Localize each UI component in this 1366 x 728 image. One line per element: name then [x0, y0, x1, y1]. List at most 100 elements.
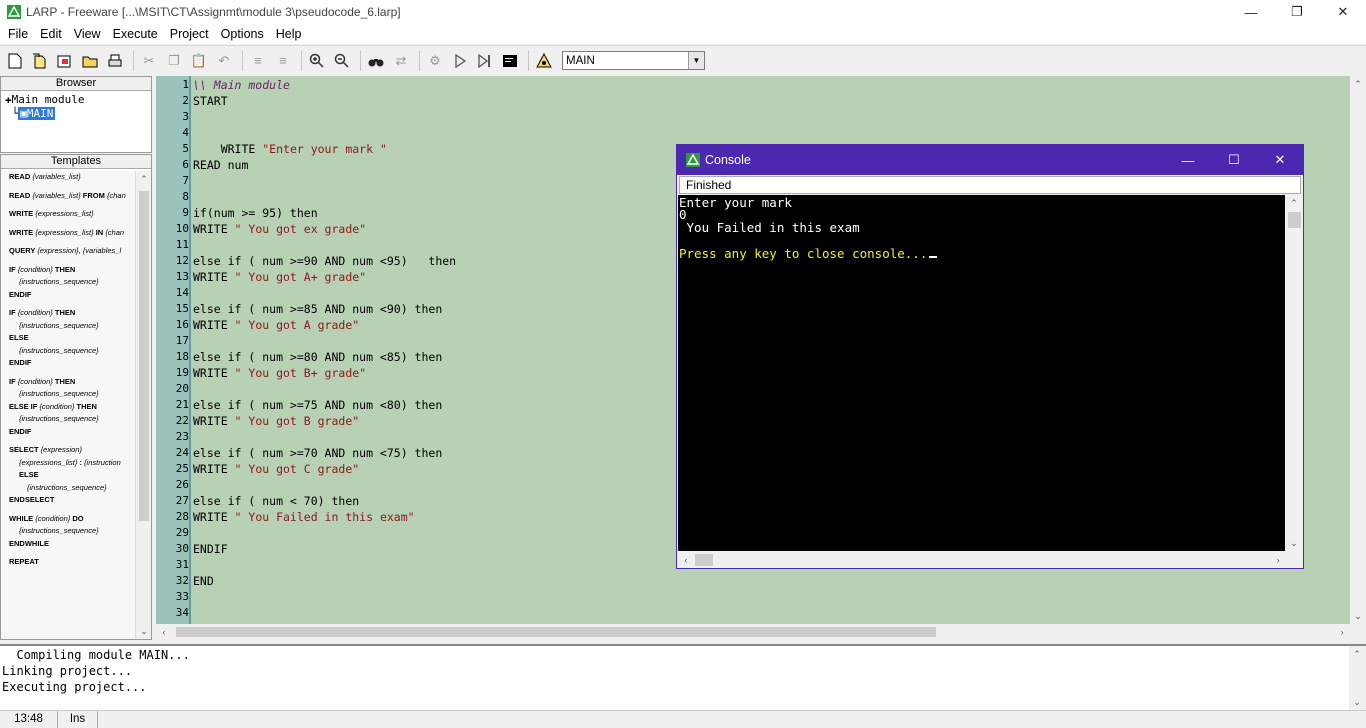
paste-icon[interactable]: 📋 — [188, 50, 210, 72]
template-item[interactable]: IF {condition} THEN {instructions_sequenc… — [9, 264, 135, 302]
menu-file[interactable]: File — [2, 27, 34, 41]
menu-help[interactable]: Help — [270, 27, 308, 41]
code-line[interactable]: else if ( num >=85 AND num <90) then — [193, 302, 442, 316]
template-line: {instructions_sequence} — [9, 413, 135, 426]
insert-mode: Ins — [58, 711, 98, 728]
console-maximize-button[interactable]: ☐ — [1211, 145, 1257, 175]
new-file-icon[interactable] — [4, 50, 26, 72]
cut-icon[interactable]: ✂ — [138, 50, 160, 72]
output-scrollbar[interactable]: ⌃ ⌄ — [1349, 646, 1366, 710]
module-select[interactable]: MAIN ▼ — [562, 51, 705, 70]
code-line[interactable]: WRITE " You got B+ grade" — [193, 366, 366, 380]
code-line[interactable]: WRITE " You got C grade" — [193, 462, 359, 476]
template-item[interactable]: READ {variables_list} — [9, 171, 135, 184]
new-project-icon[interactable] — [29, 50, 51, 72]
indent-icon[interactable]: ≡ — [247, 50, 269, 72]
outdent-icon[interactable]: ≡ — [272, 50, 294, 72]
code-line[interactable]: WRITE " You got ex grade" — [193, 222, 366, 236]
menu-edit[interactable]: Edit — [34, 27, 68, 41]
console-screen[interactable]: Enter your mark 0 You Failed in this exam… — [678, 195, 1285, 551]
menu-execute[interactable]: Execute — [107, 27, 164, 41]
close-button[interactable]: ✕ — [1320, 0, 1366, 24]
scroll-up-icon[interactable]: ⌃ — [1286, 195, 1302, 211]
console-icon[interactable] — [499, 50, 521, 72]
line-number: 30 — [175, 542, 189, 555]
larp-help-icon[interactable] — [533, 50, 555, 72]
tree-item-main[interactable]: └ ▣MAIN — [5, 107, 147, 121]
template-item[interactable]: IF {condition} THEN {instructions_sequenc… — [9, 376, 135, 439]
code-line[interactable]: WRITE " You got A grade" — [193, 318, 359, 332]
scroll-right-icon[interactable]: › — [1270, 552, 1286, 568]
console-horizontal-scrollbar[interactable]: ‹ › — [678, 552, 1286, 568]
template-item[interactable]: WRITE {expressions_list} IN {chan — [9, 227, 135, 240]
code-line[interactable]: else if ( num >=75 AND num <80) then — [193, 398, 442, 412]
editor-horizontal-scrollbar[interactable]: ‹ › — [156, 624, 1350, 640]
code-line[interactable]: WRITE " You got B grade" — [193, 414, 359, 428]
menu-view[interactable]: View — [68, 27, 107, 41]
menu-options[interactable]: Options — [215, 27, 270, 41]
console-minimize-button[interactable]: — — [1165, 145, 1211, 175]
code-line[interactable]: START — [193, 94, 228, 108]
code-line[interactable]: else if ( num >=90 AND num <95) then — [193, 254, 456, 268]
zoom-in-icon[interactable] — [306, 50, 328, 72]
scroll-down-icon[interactable]: ⌄ — [136, 623, 152, 639]
step-icon[interactable] — [474, 50, 496, 72]
editor-vertical-scrollbar[interactable]: ⌃ ⌄ — [1350, 76, 1366, 624]
scroll-down-icon[interactable]: ⌄ — [1350, 608, 1366, 624]
copy-icon[interactable]: ❐ — [163, 50, 185, 72]
template-item[interactable]: WRITE {expressions_list} — [9, 208, 135, 221]
console-title-bar[interactable]: Console — ☐ ✕ — [677, 145, 1303, 175]
code-line[interactable]: if(num >= 95) then — [193, 206, 318, 220]
tree-root[interactable]: ✚Main module — [5, 93, 147, 107]
code-line[interactable]: else if ( num < 70) then — [193, 494, 359, 508]
template-item[interactable]: READ {variables_list} FROM {chan — [9, 190, 135, 203]
zoom-out-icon[interactable] — [331, 50, 353, 72]
scroll-up-icon[interactable]: ⌃ — [1349, 646, 1365, 662]
scroll-up-icon[interactable]: ⌃ — [1350, 76, 1366, 92]
scroll-left-icon[interactable]: ‹ — [678, 552, 694, 568]
scroll-left-icon[interactable]: ‹ — [156, 624, 172, 640]
code-line[interactable]: READ num — [193, 158, 248, 172]
code-line[interactable]: \\ Main module — [193, 78, 290, 92]
open-folder-icon[interactable] — [79, 50, 101, 72]
text-cursor — [929, 256, 938, 258]
template-item[interactable]: WHILE {condition} DO {instructions_sequen… — [9, 513, 135, 551]
code-line[interactable]: ENDIF — [193, 542, 228, 556]
run-icon[interactable] — [449, 50, 471, 72]
print-icon[interactable] — [104, 50, 126, 72]
template-keyword: THEN — [52, 308, 76, 317]
code-line[interactable]: else if ( num >=70 AND num <75) then — [193, 446, 442, 460]
template-placeholder: {instructions_sequence} — [19, 414, 99, 423]
scroll-right-icon[interactable]: › — [1334, 624, 1350, 640]
code-line[interactable]: WRITE "Enter your mark " — [193, 142, 387, 156]
template-item[interactable]: QUERY {expression}, {variables_l — [9, 245, 135, 258]
scroll-thumb[interactable] — [139, 191, 149, 521]
scroll-thumb[interactable] — [176, 627, 936, 637]
console-vertical-scrollbar[interactable]: ⌃ ⌄ — [1286, 195, 1303, 551]
find-icon[interactable] — [365, 50, 387, 72]
console-close-button[interactable]: ✕ — [1257, 145, 1303, 175]
scroll-up-icon[interactable]: ⌃ — [136, 171, 152, 187]
template-item[interactable]: SELECT {expression} {expressions_list} : … — [9, 444, 135, 507]
code-line[interactable]: else if ( num >=80 AND num <85) then — [193, 350, 442, 364]
undo-icon[interactable]: ↶ — [213, 50, 235, 72]
menu-project[interactable]: Project — [164, 27, 215, 41]
scroll-down-icon[interactable]: ⌄ — [1286, 535, 1302, 551]
scroll-thumb[interactable] — [695, 554, 713, 566]
template-item[interactable]: REPEAT — [9, 556, 135, 569]
scroll-down-icon[interactable]: ⌄ — [1349, 694, 1365, 710]
minimize-button[interactable]: — — [1228, 0, 1274, 24]
maximize-button[interactable]: ❐ — [1274, 0, 1320, 24]
open-project-icon[interactable] — [54, 50, 76, 72]
code-line[interactable]: WRITE " You got A+ grade" — [193, 270, 366, 284]
compile-icon[interactable]: ⚙ — [424, 50, 446, 72]
code-line[interactable]: END — [193, 574, 214, 588]
expand-icon[interactable]: ✚ — [5, 93, 12, 106]
code-line[interactable]: WRITE " You Failed in this exam" — [193, 510, 415, 524]
templates-scrollbar[interactable]: ⌃ ⌄ — [135, 171, 151, 639]
line-number: 24 — [175, 446, 189, 459]
chevron-down-icon[interactable]: ▼ — [688, 52, 704, 69]
scroll-thumb[interactable] — [1288, 212, 1301, 228]
template-item[interactable]: IF {condition} THEN {instructions_sequenc… — [9, 307, 135, 370]
replace-icon[interactable]: ⇄ — [390, 50, 412, 72]
